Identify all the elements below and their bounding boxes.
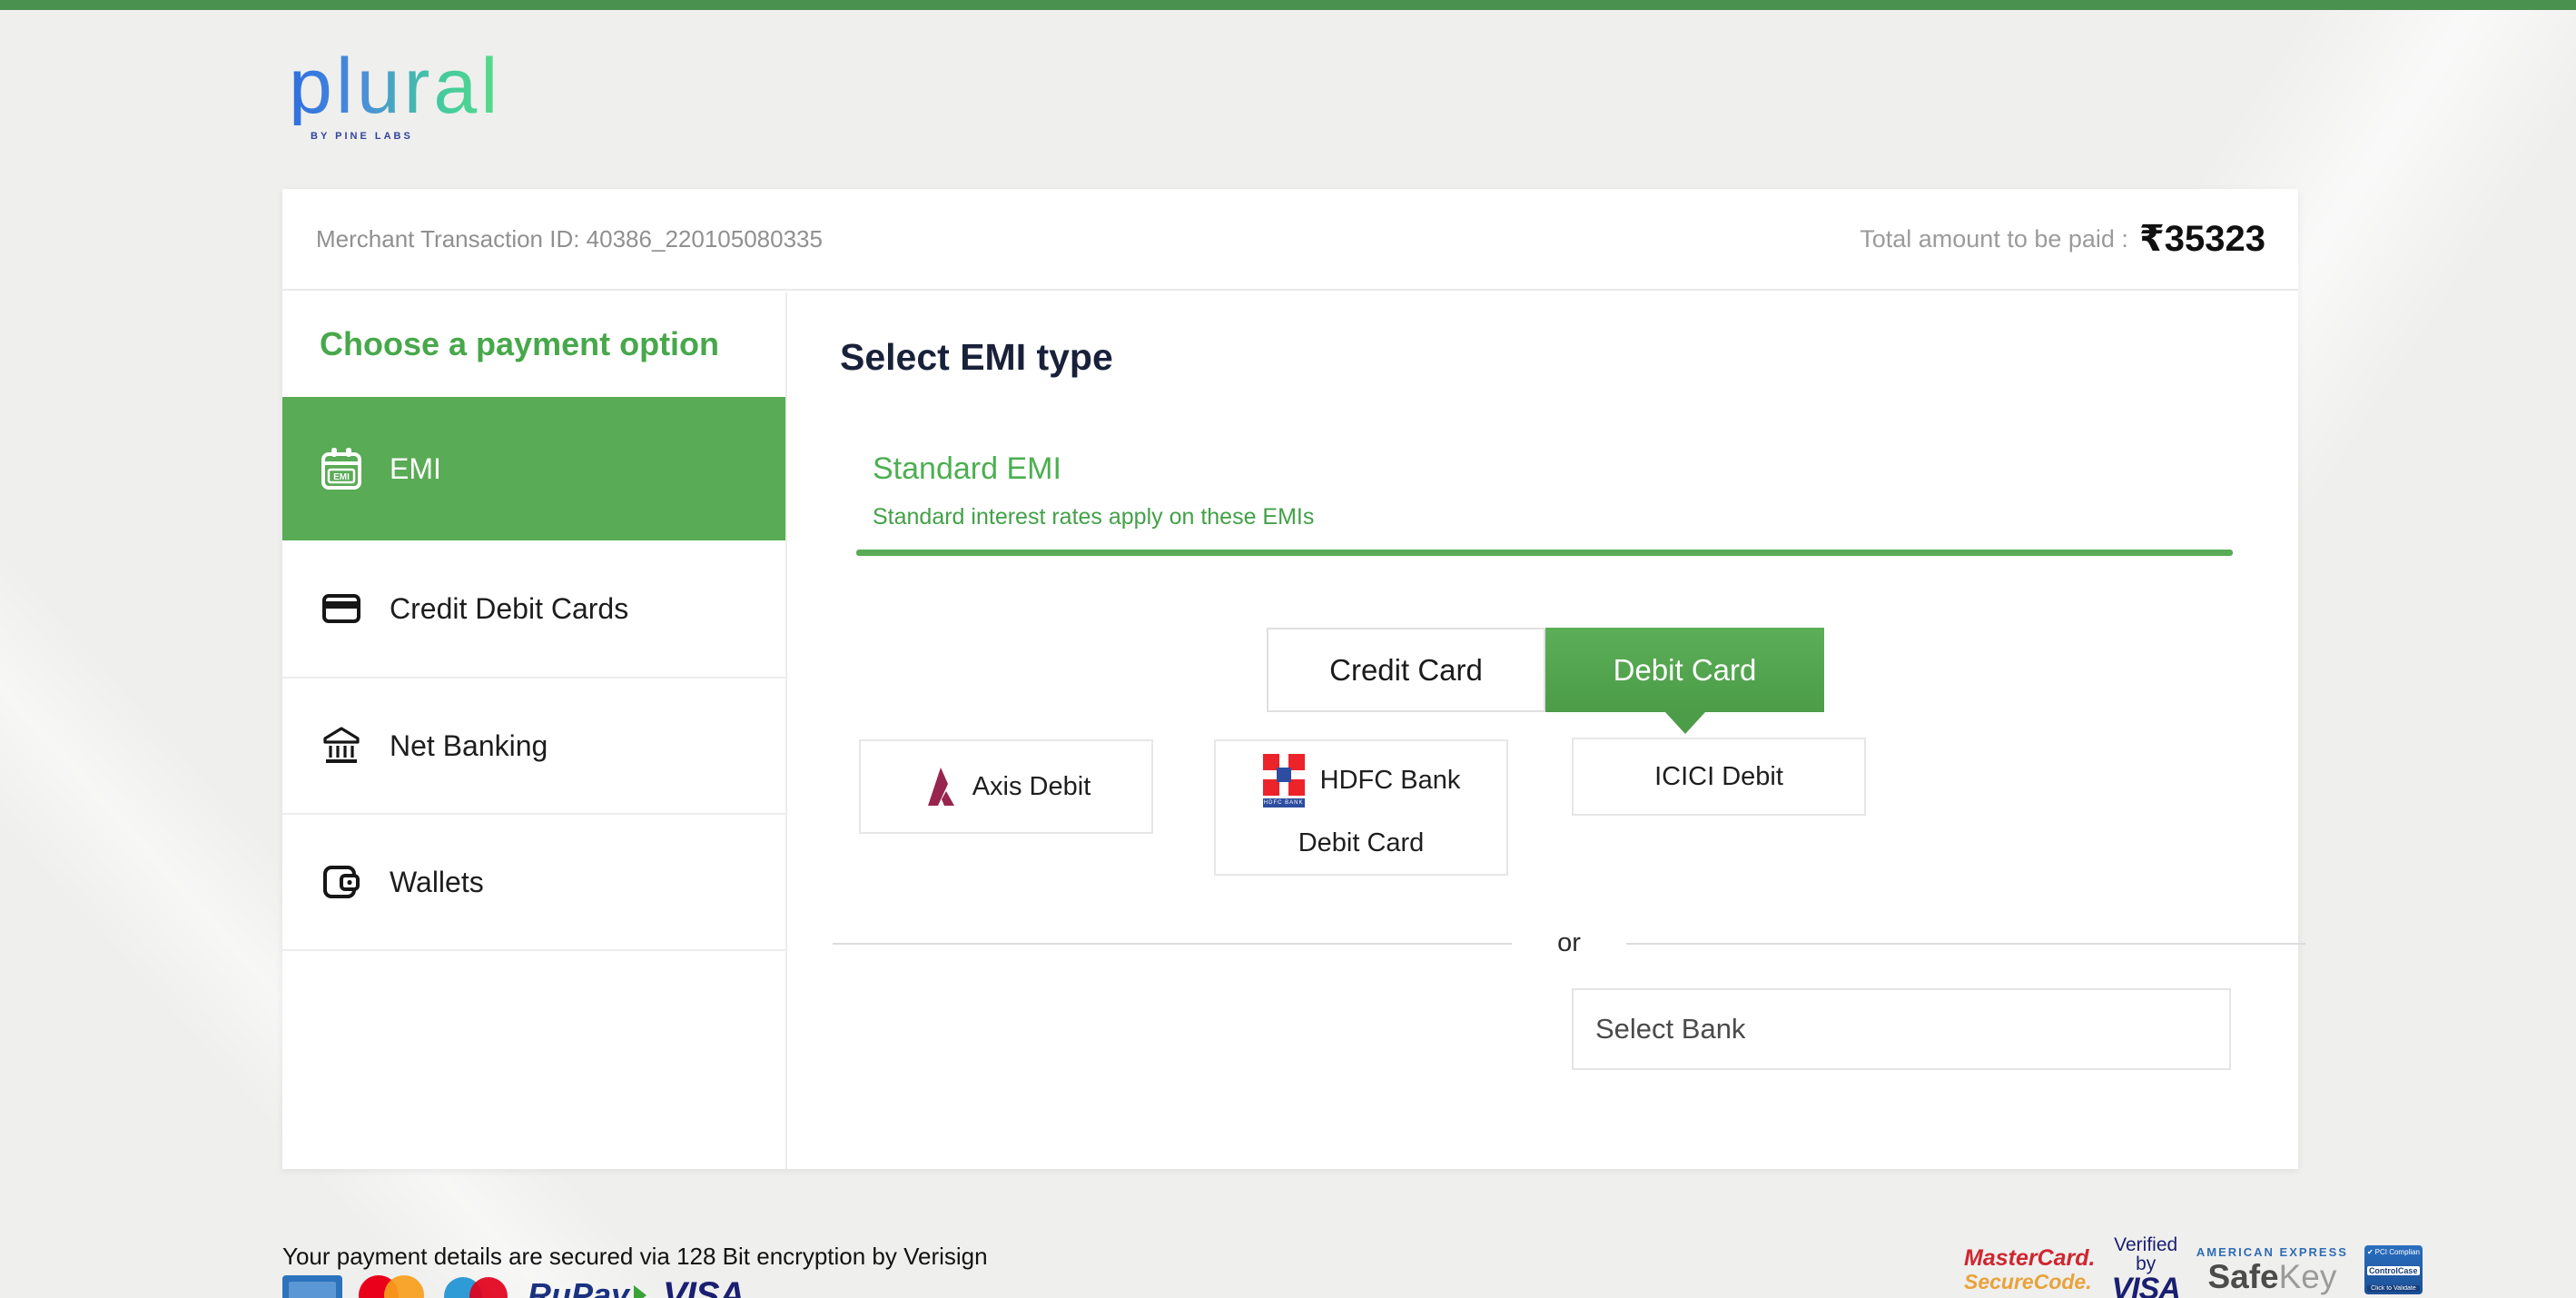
brand-name: plural	[289, 43, 502, 130]
sidebar-item-net-banking[interactable]: Net Banking	[282, 679, 785, 815]
american-express-logo	[282, 1275, 342, 1298]
total-amount-value: ₹35323	[2138, 219, 2265, 259]
panel-header: Merchant Transaction ID: 40386_220105080…	[282, 189, 2298, 291]
tab-label: Credit Card	[1329, 652, 1483, 687]
active-tab-pointer	[1664, 712, 1705, 734]
visa-logo: VISA	[663, 1275, 745, 1298]
select-bank-placeholder: Select Bank	[1595, 1013, 1746, 1045]
axis-bank-logo	[922, 766, 958, 808]
page-title: Select EMI type	[840, 336, 1113, 378]
hdfc-bank-logo: HDFC BANK	[1262, 754, 1306, 808]
sidebar-item-label: Net Banking	[390, 728, 548, 762]
accepted-cards-row: RuPay VISA	[282, 1275, 745, 1298]
pci-line3: Click to Validate	[2366, 1285, 2420, 1292]
securecode-line1: MasterCard.	[1964, 1245, 2096, 1271]
standard-emi-subheading: Standard interest rates apply on these E…	[873, 504, 1315, 530]
bank-option-label: ICICI Debit	[1654, 761, 1783, 791]
sidebar-item-label: EMI	[390, 451, 441, 485]
emi-calendar-icon: EMI	[320, 447, 363, 490]
credit-card-icon	[320, 587, 363, 630]
security-note: Your payment details are secured via 128…	[282, 1243, 988, 1270]
trust-badges: MasterCard. SecureCode. Verified by VISA…	[1964, 1234, 2423, 1298]
pci-line1: ✔ PCI Compliant	[2366, 1248, 2420, 1256]
or-label: or	[1557, 928, 1581, 957]
tab-label: Debit Card	[1613, 652, 1757, 687]
standard-emi-heading: Standard EMI	[873, 451, 1061, 486]
mastercard-logo	[359, 1275, 428, 1298]
standard-emi-underline	[856, 550, 2233, 556]
maestro-logo	[444, 1275, 511, 1298]
rupay-logo: RuPay	[528, 1275, 647, 1298]
merchant-transaction-id: Merchant Transaction ID: 40386_220105080…	[316, 224, 823, 253]
svg-text:EMI: EMI	[333, 472, 350, 482]
divider-line	[833, 942, 1513, 945]
total-amount-block: Total amount to be paid : ₹35323	[1860, 218, 2265, 260]
brand-logo: plural BY PINE LABS	[289, 47, 501, 142]
payment-panel: Merchant Transaction ID: 40386_220105080…	[282, 189, 2306, 1169]
payment-page: plural BY PINE LABS Merchant Transaction…	[0, 0, 2576, 1298]
bank-option-line2: Debit Card	[1298, 828, 1425, 857]
bank-option-icici-debit[interactable]: ICICI Debit	[1572, 738, 1866, 816]
sidebar-item-credit-debit-cards[interactable]: Credit Debit Cards	[282, 540, 785, 679]
pci-line2: ControlCase	[2366, 1266, 2420, 1275]
vbv-line2: VISA	[2111, 1272, 2181, 1298]
brand-tagline: BY PINE LABS	[311, 131, 413, 142]
top-accent-bar	[0, 0, 2576, 10]
verified-by-visa-badge: Verified by VISA	[2111, 1234, 2181, 1298]
mastercard-securecode-badge: MasterCard. SecureCode.	[1964, 1247, 2096, 1293]
bank-icon	[320, 724, 363, 768]
sidebar-item-label: Credit Debit Cards	[390, 591, 629, 625]
sidebar-title: Choose a payment option	[320, 325, 720, 362]
tab-credit-card[interactable]: Credit Card	[1267, 628, 1545, 712]
amex-line1: AMERICAN EXPRESS	[2196, 1245, 2348, 1259]
or-divider: or	[833, 928, 2306, 958]
bank-option-label: Axis Debit	[972, 771, 1091, 801]
total-amount-label: Total amount to be paid :	[1860, 224, 2128, 253]
bank-option-label: HDFC Bank	[1319, 766, 1461, 795]
sidebar-item-label: Wallets	[390, 865, 484, 898]
payment-options-sidebar: Choose a payment option EMI EMI Credit D…	[282, 292, 787, 1169]
sidebar-item-wallets[interactable]: Wallets	[282, 815, 785, 951]
bank-option-line1: HDFC BANK HDFC Bank	[1216, 754, 1506, 808]
sidebar-item-emi[interactable]: EMI EMI	[282, 397, 785, 540]
pci-compliant-badge[interactable]: ✔ PCI Compliant ControlCase Click to Val…	[2364, 1245, 2423, 1294]
amex-safekey-wordmark: SafeKey	[2207, 1258, 2337, 1295]
emi-content: Select EMI type Standard EMI Standard in…	[789, 292, 2306, 1169]
tab-debit-card[interactable]: Debit Card	[1545, 628, 1824, 734]
bank-option-axis-debit[interactable]: Axis Debit	[859, 739, 1153, 834]
amex-safekey-badge: AMERICAN EXPRESS SafeKey	[2196, 1246, 2348, 1293]
panel-body: Choose a payment option EMI EMI Credit D…	[282, 292, 2306, 1169]
select-bank-dropdown[interactable]: Select Bank	[1572, 988, 2231, 1070]
securecode-line2: SecureCode.	[1964, 1270, 2092, 1293]
hdfc-logo-caption: HDFC BANK	[1262, 798, 1305, 808]
card-type-tabs: Credit Card Debit Card	[1267, 628, 1824, 734]
bank-option-hdfc-debit[interactable]: HDFC BANK HDFC Bank Debit Card	[1214, 739, 1508, 876]
divider-line	[1625, 942, 2306, 945]
wallet-icon	[320, 860, 363, 904]
vbv-line1: Verified by	[2114, 1234, 2178, 1274]
